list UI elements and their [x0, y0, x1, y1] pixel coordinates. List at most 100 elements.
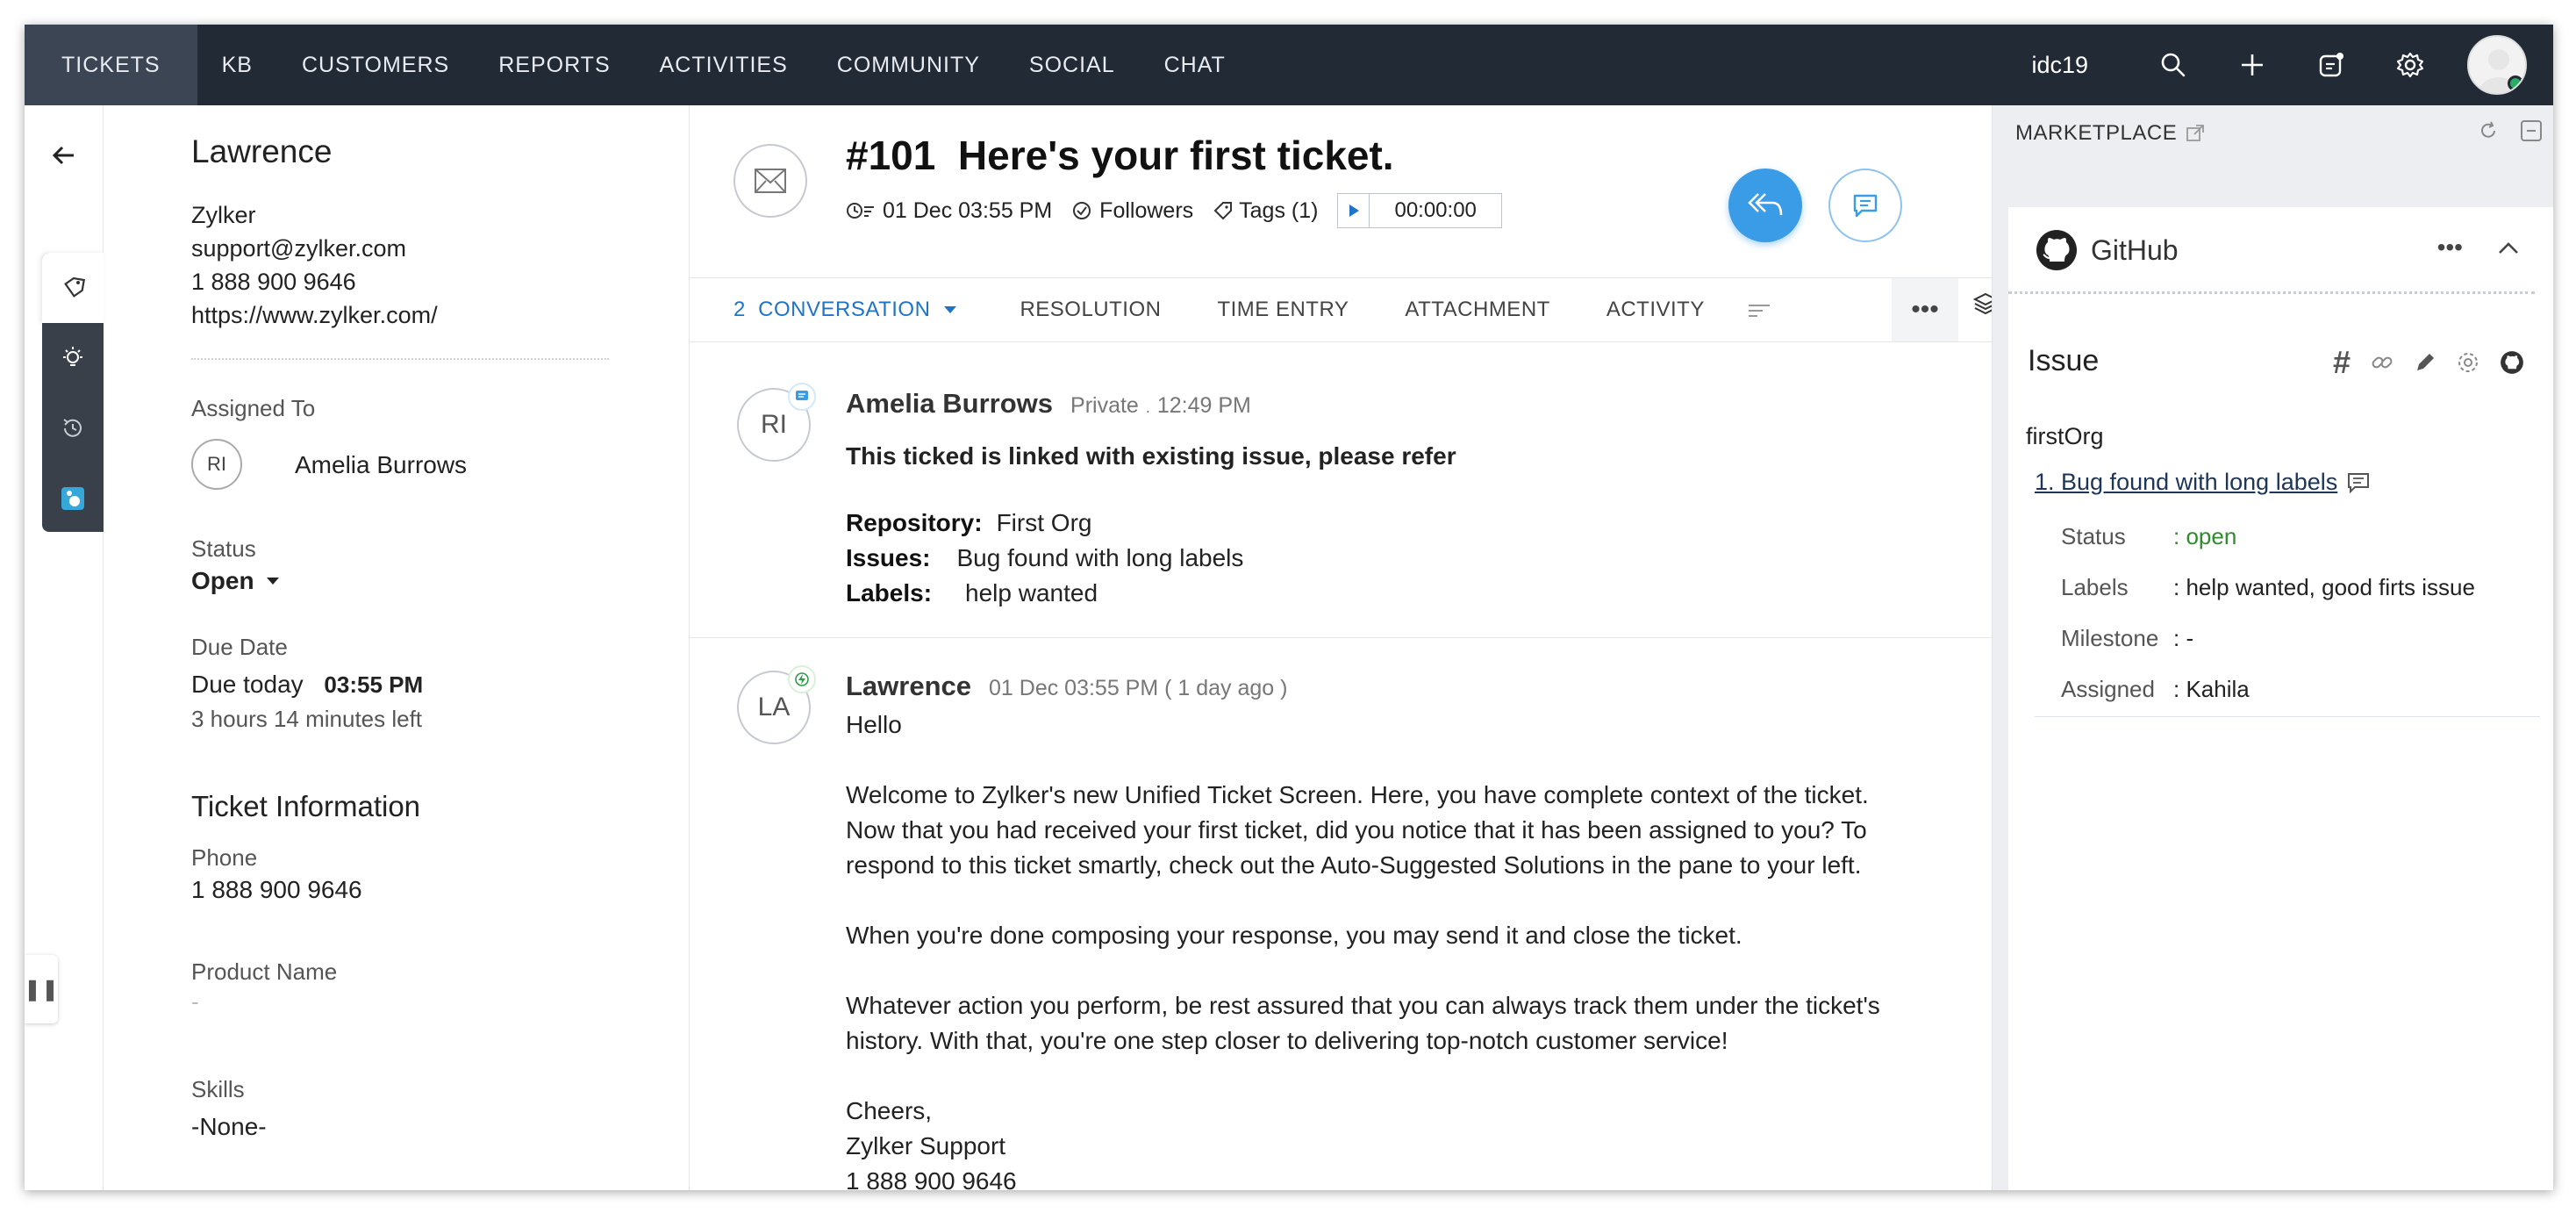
notes-icon[interactable] [2292, 25, 2371, 105]
app-window: TICKETS KB CUSTOMERS REPORTS ACTIVITIES … [25, 25, 2553, 1190]
issue-assigned-row: Assigned : Kahila [2061, 676, 2250, 703]
ticket-detail-pane: #101 Here's your first ticket. 01 Dec 03… [690, 105, 2016, 1190]
tags-button[interactable]: Tags (1) [1213, 198, 1318, 224]
online-status-dot [2508, 75, 2523, 91]
edit-pencil-icon[interactable] [2414, 351, 2436, 374]
marketplace-heading: MARKETPLACE [2015, 121, 2205, 146]
ticket-properties-icon[interactable] [42, 253, 104, 323]
followers-button[interactable]: Followers [1071, 198, 1193, 224]
message-author[interactable]: Amelia Burrows [846, 388, 1053, 420]
external-link-icon[interactable] [2186, 124, 2205, 143]
github-logo-icon [2036, 230, 2077, 270]
message-avatar: RI [737, 383, 816, 462]
ticket-timer[interactable]: 00:00:00 [1337, 193, 1502, 228]
tags-label: Tags (1) [1239, 197, 1319, 223]
product-name-label: Product Name [191, 958, 338, 985]
marketplace-actions [2478, 119, 2543, 142]
org-switcher[interactable]: idc19 [2031, 52, 2088, 79]
more-options-icon[interactable]: ••• [1892, 278, 1958, 341]
left-gutter [25, 105, 104, 1190]
hash-icon[interactable]: # [2333, 347, 2351, 378]
collapse-pane-icon[interactable] [2520, 119, 2543, 142]
avatar-initials: LA [757, 693, 791, 721]
created-time-text: 01 Dec 03:55 PM [883, 197, 1053, 223]
contact-phone[interactable]: 1 888 900 9646 [191, 269, 356, 296]
issue-assigned-label: Assigned [2061, 676, 2155, 702]
history-icon[interactable] [42, 393, 104, 463]
side-toolbar [42, 253, 104, 532]
github-actions: ••• [2437, 233, 2519, 262]
tab-time-entry[interactable]: TIME ENTRY [1217, 298, 1349, 322]
message-line: Hello [846, 711, 902, 738]
nav-tab-kb[interactable]: KB [197, 25, 277, 105]
github-title: GitHub [2091, 233, 2179, 266]
back-arrow-icon[interactable] [51, 142, 77, 173]
issue-status-value: : open [2173, 523, 2237, 549]
chevron-down-icon [944, 306, 957, 313]
message-divider [690, 637, 2016, 638]
phone-value[interactable]: 1 888 900 9646 [191, 876, 362, 904]
contact-company: Zylker [191, 202, 256, 228]
play-icon[interactable] [1338, 193, 1370, 228]
more-options-icon[interactable]: ••• [2437, 233, 2463, 262]
nav-tab-reports[interactable]: REPORTS [474, 25, 634, 105]
repository-row: Repository: First Org [846, 509, 1091, 537]
message-author[interactable]: Lawrence [846, 671, 971, 702]
nav-tab-social[interactable]: SOCIAL [1005, 25, 1140, 105]
tab-conversation[interactable]: 2 CONVERSATION [733, 298, 957, 322]
contact-email[interactable]: support@zylker.com [191, 235, 406, 262]
pane-resize-handle[interactable]: ❚❚ [25, 955, 59, 1023]
tab-resolution[interactable]: RESOLUTION [1020, 298, 1161, 322]
tab-activity[interactable]: ACTIVITY [1606, 298, 1705, 322]
github-small-icon[interactable] [2500, 350, 2524, 375]
settings-icon[interactable] [2456, 350, 2480, 375]
link-icon[interactable] [2370, 350, 2394, 375]
message-line: Now that you had received your first tic… [846, 816, 1867, 843]
status-value: Open [191, 567, 254, 594]
assignee-name[interactable]: Amelia Burrows [295, 451, 467, 479]
created-time: 01 Dec 03:55 PM [846, 198, 1052, 224]
user-avatar[interactable] [2467, 35, 2527, 95]
ticket-subject: Here's your first ticket. [957, 133, 1394, 178]
nav-tab-tickets[interactable]: TICKETS [25, 25, 197, 105]
lightbulb-icon[interactable] [42, 323, 104, 393]
gear-icon[interactable] [2371, 25, 2450, 105]
issue-labels-value: : help wanted, good firts issue [2173, 574, 2475, 600]
nav-tab-chat[interactable]: CHAT [1140, 25, 1250, 105]
sort-lines-icon[interactable] [1748, 303, 1771, 317]
skills-value[interactable]: -None- [191, 1113, 267, 1141]
issue-heading: Issue [2028, 344, 2100, 377]
message-line: history. With that, you're one step clos… [846, 1027, 1728, 1054]
refresh-icon[interactable] [2478, 120, 2499, 141]
message-header: Lawrence 01 Dec 03:55 PM ( 1 day ago ) [846, 671, 1287, 702]
github-header: GitHub [2035, 228, 2179, 272]
due-time: 03:55 PM [324, 671, 424, 698]
product-name-value[interactable]: - [191, 988, 199, 1016]
search-icon[interactable] [2134, 25, 2213, 105]
skills-label: Skills [191, 1076, 245, 1102]
due-date-value[interactable]: Due today 03:55 PM [191, 671, 423, 699]
contact-website[interactable]: https://www.zylker.com/ [191, 302, 438, 329]
add-comment-button[interactable] [1828, 169, 1902, 242]
issue-assigned-value: : Kahila [2173, 676, 2250, 702]
ticket-meta: 01 Dec 03:55 PM Followers Tags (1) 00:00… [846, 193, 1502, 228]
extension-app-icon[interactable] [42, 463, 104, 534]
status-dropdown[interactable]: Open [191, 567, 279, 595]
ticket-title[interactable]: #101 Here's your first ticket. [846, 132, 1394, 179]
tab-attachment[interactable]: ATTACHMENT [1405, 298, 1549, 322]
plus-icon[interactable] [2213, 25, 2292, 105]
contact-pane: Lawrence Zylker support@zylker.com 1 888… [104, 105, 690, 1190]
tag-icon [1213, 202, 1233, 220]
reply-all-button[interactable] [1728, 169, 1802, 242]
nav-tab-customers[interactable]: CUSTOMERS [277, 25, 474, 105]
nav-tab-activities[interactable]: ACTIVITIES [635, 25, 812, 105]
nav-tab-community[interactable]: COMMUNITY [812, 25, 1005, 105]
issue-labels-label: Labels [2061, 574, 2129, 600]
contact-name[interactable]: Lawrence [191, 133, 332, 170]
message-line: 1 888 900 9646 [846, 1167, 1017, 1190]
issue-link[interactable]: 1. Bug found with long labels [2035, 469, 2371, 496]
labels-value: help wanted [965, 579, 1098, 606]
comment-icon[interactable] [2346, 471, 2371, 494]
message-headline: This ticked is linked with existing issu… [846, 442, 1456, 470]
chevron-up-icon[interactable] [2498, 240, 2519, 255]
